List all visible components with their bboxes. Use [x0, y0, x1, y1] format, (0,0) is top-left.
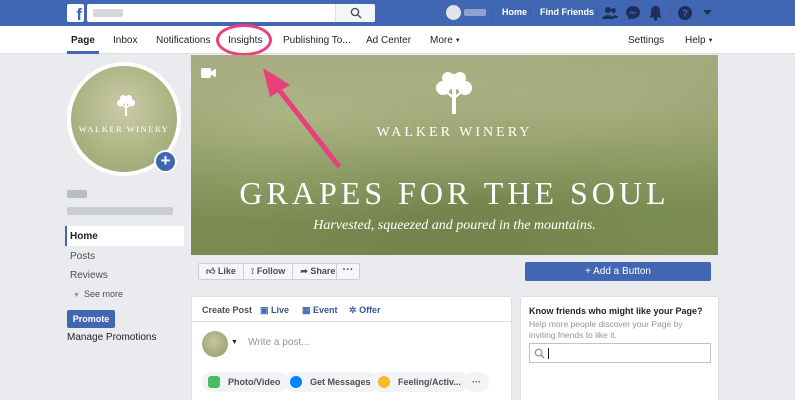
chevron-down-icon: ▼: [73, 292, 80, 299]
live-video-icon: ▣: [260, 305, 269, 315]
video-camera-icon[interactable]: [201, 67, 217, 79]
search-text-blurred: [93, 9, 123, 17]
search-input[interactable]: [87, 4, 375, 22]
invite-friends-title: Know friends who might like your Page?: [529, 306, 703, 316]
tab-ad-center[interactable]: Ad Center: [366, 35, 411, 46]
create-post-tab[interactable]: Create Post: [202, 305, 252, 315]
help-question-icon[interactable]: ?: [677, 5, 693, 21]
text-cursor: [548, 348, 549, 359]
tab-more[interactable]: More ▼: [430, 35, 461, 46]
share-label: Share: [310, 266, 336, 276]
get-messages-label: Get Messages: [310, 377, 371, 387]
page-actions-bar: 👍︎ Like ⟟ Follow ➦ Share: [198, 263, 344, 280]
event-label: Event: [313, 305, 338, 315]
chevron-down-icon[interactable]: ▼: [231, 339, 238, 346]
promote-button[interactable]: Promote: [67, 310, 115, 328]
friend-requests-icon[interactable]: [602, 5, 618, 21]
messenger-icon[interactable]: [625, 5, 641, 21]
photo-icon: [208, 376, 220, 388]
user-avatar[interactable]: [446, 5, 461, 20]
facebook-logo-icon[interactable]: f: [67, 4, 84, 24]
tab-publishing-tools[interactable]: Publishing To...: [283, 35, 351, 46]
chevron-down-icon: ▼: [707, 38, 714, 44]
more-options-button[interactable]: ···: [464, 372, 489, 392]
divider: [670, 6, 671, 20]
photo-video-button[interactable]: Photo/Video: [202, 372, 289, 392]
thumbs-up-icon: 👍︎: [206, 266, 216, 276]
tab-help-label: Help: [685, 35, 706, 46]
rss-icon: ⟟: [250, 266, 255, 276]
divider: [596, 6, 597, 20]
cover-tagline: Harvested, squeezed and poured in the mo…: [313, 218, 596, 233]
profile-brand-text: WALKER WINERY: [78, 124, 170, 134]
sidebar-see-more[interactable]: ▼ See more: [65, 284, 184, 304]
update-profile-picture-button[interactable]: +: [154, 150, 177, 173]
live-tab[interactable]: ▣ Live: [260, 305, 289, 316]
home-link[interactable]: Home: [502, 7, 527, 17]
divider: [530, 6, 531, 20]
invite-friends-description: Help more people discover your Page by i…: [529, 319, 683, 340]
tab-notifications[interactable]: Notifications: [156, 35, 210, 46]
tab-help[interactable]: Help ▼: [685, 35, 714, 46]
offer-label: Offer: [359, 305, 381, 315]
more-actions-button[interactable]: ···: [336, 263, 360, 280]
search-icon: [534, 348, 545, 359]
add-a-button[interactable]: + Add a Button: [525, 262, 711, 281]
svg-text:?: ?: [682, 9, 688, 20]
active-tab-indicator: [67, 51, 99, 54]
user-name-blurred[interactable]: [464, 9, 486, 16]
sidebar-item-posts[interactable]: Posts: [65, 246, 184, 266]
dropdown-caret-icon[interactable]: [703, 10, 712, 16]
calendar-icon: ▦: [302, 305, 311, 315]
top-navigation-bar: f Home Find Friends ?: [0, 0, 795, 26]
tab-settings[interactable]: Settings: [628, 35, 664, 46]
like-label: Like: [217, 266, 236, 276]
find-friends-link[interactable]: Find Friends: [540, 7, 594, 17]
messenger-icon: [290, 376, 302, 388]
feeling-activity-button[interactable]: Feeling/Activ...: [372, 372, 469, 392]
event-tab[interactable]: ▦ Event: [302, 305, 338, 316]
search-button[interactable]: [335, 4, 375, 22]
offer-tab[interactable]: ✲ Offer: [349, 305, 381, 316]
smiley-icon: [378, 376, 390, 388]
tab-more-label: More: [430, 35, 453, 46]
page-username-blurred[interactable]: [67, 207, 173, 215]
feeling-activity-label: Feeling/Activ...: [398, 377, 461, 387]
live-label: Live: [271, 305, 290, 315]
follow-label: Follow: [256, 266, 286, 276]
page-tab-bar: Page Inbox Notifications Insights Publis…: [0, 26, 795, 54]
tree-logo-icon: [436, 72, 472, 114]
page-name-blurred: [67, 190, 87, 198]
see-more-label: See more: [83, 289, 123, 299]
create-post-card: Create Post ▣ Live ▦ Event ✲ Offer ▼ Wri…: [191, 296, 512, 400]
chevron-down-icon: ▼: [454, 38, 461, 44]
offer-tag-icon: ✲: [349, 305, 357, 315]
notifications-bell-icon[interactable]: [648, 5, 663, 21]
divider: [492, 6, 493, 20]
get-messages-button[interactable]: Get Messages: [284, 372, 379, 392]
photo-video-label: Photo/Video: [228, 377, 281, 387]
cover-headline: GRAPES FOR THE SOUL: [239, 175, 670, 211]
cover-brand-text: WALKER WINERY: [376, 125, 533, 140]
share-arrow-icon: ➦: [300, 266, 308, 276]
write-post-input[interactable]: Write a post...: [248, 337, 310, 348]
manage-promotions-link[interactable]: Manage Promotions: [67, 332, 157, 343]
sidebar-item-reviews[interactable]: Reviews: [65, 265, 184, 285]
friend-search-input[interactable]: [529, 343, 711, 363]
tab-inbox[interactable]: Inbox: [113, 35, 137, 46]
cover-photo[interactable]: WALKER WINERY GRAPES FOR THE SOUL Harves…: [191, 55, 718, 255]
tab-page[interactable]: Page: [71, 35, 95, 46]
sidebar-item-home[interactable]: Home: [65, 226, 184, 246]
search-icon: [350, 7, 362, 19]
page-avatar[interactable]: [202, 331, 228, 357]
tree-logo-icon: [117, 95, 135, 116]
invite-friends-card: Know friends who might like your Page? H…: [520, 296, 719, 400]
divider: [192, 321, 512, 322]
like-button[interactable]: 👍︎ Like: [199, 264, 244, 279]
insights-highlight-ring: [216, 24, 272, 56]
follow-button[interactable]: ⟟ Follow: [244, 264, 294, 279]
